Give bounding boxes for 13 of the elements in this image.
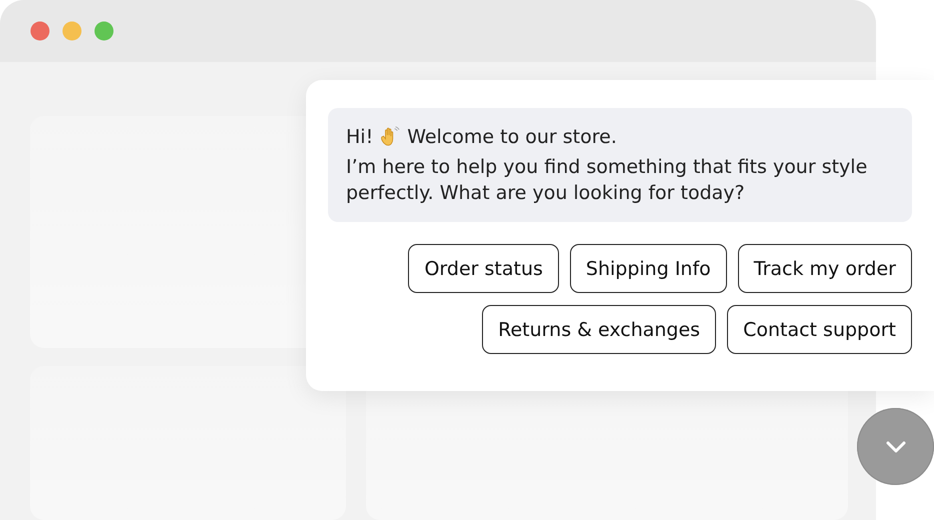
window-control-icon[interactable] — [30, 21, 50, 41]
waving-hand-icon — [379, 126, 402, 148]
chevron-down-icon — [884, 440, 906, 454]
quick-reply-button[interactable]: Contact support — [727, 305, 912, 354]
welcome-text: Welcome to our store. — [407, 125, 617, 150]
message-text: I’m here to help you find something that fits your style perfectly. What are you looking for today? — [346, 155, 868, 206]
window-control-icon[interactable] — [94, 21, 114, 41]
quick-reply-button[interactable]: Shipping Info — [570, 244, 727, 293]
greeting-text: Hi! — [346, 125, 374, 150]
window-control-icon[interactable] — [62, 21, 82, 41]
quick-reply-button[interactable]: Track my order — [738, 244, 912, 293]
quick-reply-button[interactable]: Order status — [408, 244, 559, 293]
quick-reply-button[interactable]: Returns & exchanges — [482, 305, 716, 354]
